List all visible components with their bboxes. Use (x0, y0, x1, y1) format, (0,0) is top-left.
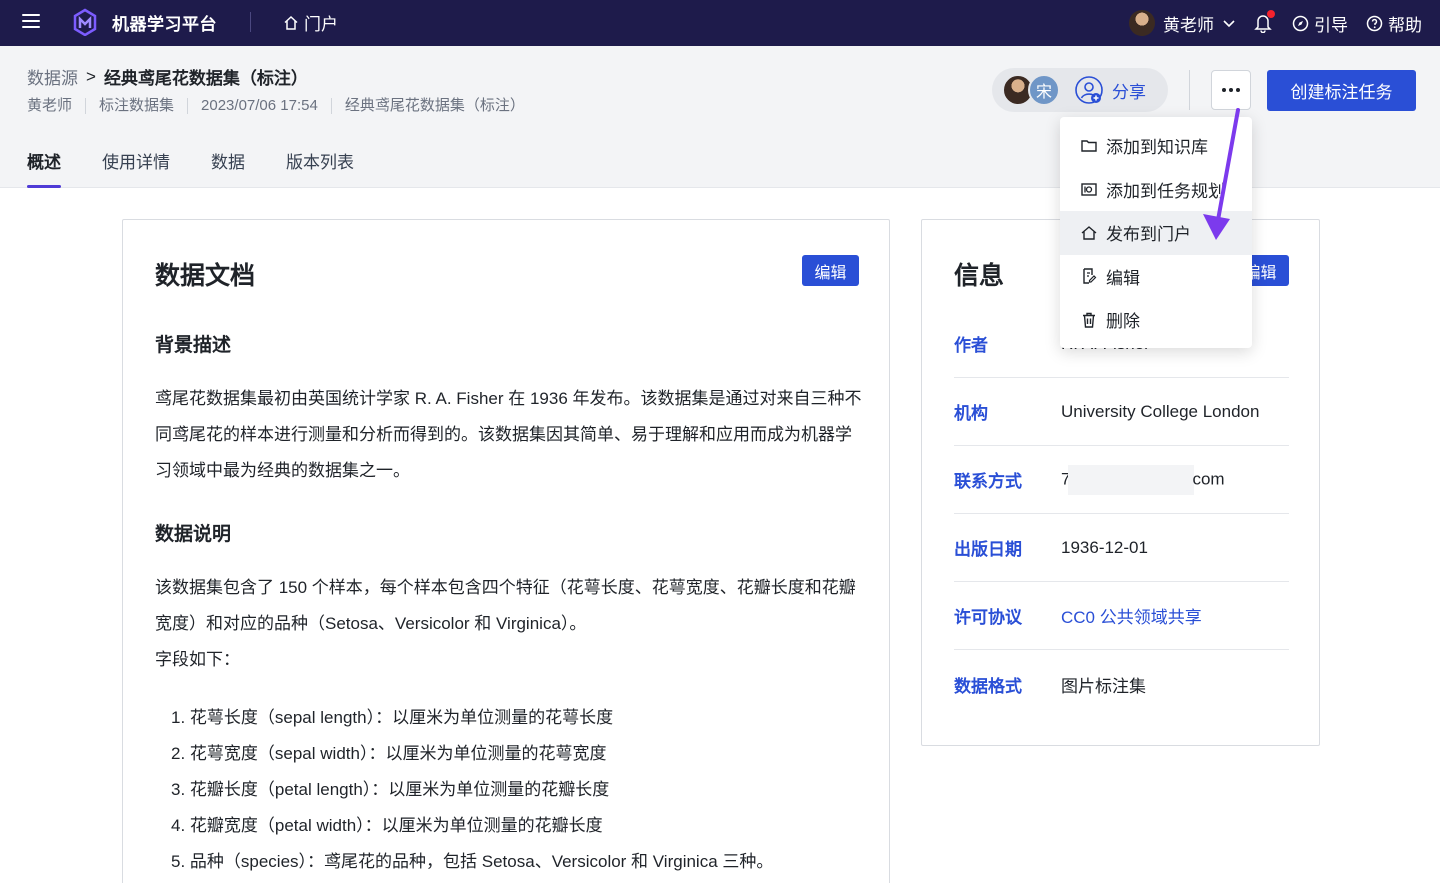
info-row-contact: 联系方式 7 com (954, 446, 1289, 514)
folder-icon (1081, 140, 1097, 152)
menu-item-label: 删除 (1106, 312, 1140, 332)
notification-badge (1267, 10, 1275, 18)
guide-label: 引导 (1314, 15, 1348, 35)
fields-intro: 字段如下： (155, 650, 240, 669)
menu-item-add-to-task-plan[interactable]: 添加到任务规划 (1060, 168, 1252, 212)
list-item: 4. 花瓣宽度（petal width）：以厘米为单位测量的花瓣长度 (171, 816, 603, 835)
collaborator-avatar-initial[interactable]: 宋 (1028, 74, 1060, 106)
list-item: 2. 花萼宽度（sepal width）：以厘米为单位测量的花萼宽度 (171, 744, 607, 763)
header-divider (1189, 70, 1190, 110)
menu-item-add-to-knowledge-base[interactable]: 添加到知识库 (1060, 124, 1252, 168)
guide-link[interactable]: 引导 (1292, 11, 1348, 36)
list-item: 5. 品种（species）：鸢尾花的品种，包括 Setosa、Versicol… (171, 852, 774, 871)
tab-data[interactable]: 数据 (211, 148, 245, 188)
info-row-publish-date: 出版日期 1936-12-01 (954, 514, 1289, 582)
data-doc-card: 数据文档 编辑 背景描述 鸢尾花数据集最初由英国统计学家 R. A. Fishe… (122, 219, 890, 883)
tab-bar: 概述 使用详情 数据 版本列表 (27, 148, 354, 188)
share-button[interactable]: 分享 (1074, 75, 1146, 105)
edit-icon (1083, 268, 1097, 284)
info-label: 出版日期 (954, 540, 1022, 559)
more-actions-dropdown: 添加到知识库 添加到任务规划 发布到门户 编辑 删除 (1060, 117, 1252, 348)
doc-edit-button[interactable]: 编辑 (802, 255, 859, 286)
section-description-text: 该数据集包含了 150 个样本，每个样本包含四个特征（花萼长度、花萼宽度、花瓣长… (155, 578, 856, 633)
add-user-icon (1075, 76, 1103, 104)
share-label: 分享 (1112, 82, 1146, 102)
trash-icon (1083, 312, 1095, 328)
fields-list: 1. 花萼长度（sepal length）：以厘米为单位测量的花萼长度 2. 花… (155, 700, 865, 880)
nav-divider (250, 12, 251, 32)
breadcrumb-current: 经典鸢尾花数据集（标注） (103, 69, 308, 88)
doc-body: 背景描述 鸢尾花数据集最初由英国统计学家 R. A. Fisher 在 1936… (155, 330, 865, 880)
section-background-title: 背景描述 (155, 335, 232, 356)
user-avatar (1129, 10, 1155, 36)
portal-label: 门户 (304, 15, 338, 34)
list-item: 3. 花瓣长度（petal length）：以厘米为单位测量的花瓣长度 (171, 780, 610, 799)
notification-button[interactable] (1254, 10, 1275, 34)
info-label: 联系方式 (954, 472, 1022, 491)
task-plan-icon (1081, 183, 1097, 196)
top-nav-bar: 机器学习平台 门户 黄老师 引导 帮助 (0, 0, 1440, 46)
help-icon (1366, 15, 1383, 31)
breadcrumb-root[interactable]: 数据源 (27, 64, 78, 89)
redacted-block (1068, 464, 1195, 495)
user-name: 黄老师 (1163, 15, 1214, 35)
info-label: 数据格式 (954, 676, 1022, 696)
list-item: 1. 花萼长度（sepal length）：以厘米为单位测量的花萼长度 (171, 708, 614, 727)
help-label: 帮助 (1388, 15, 1422, 35)
nav-right-group: 黄老师 引导 帮助 (1129, 0, 1422, 46)
info-label: 作者 (954, 336, 988, 355)
info-label: 许可协议 (954, 608, 1022, 627)
more-actions-button[interactable] (1211, 70, 1251, 110)
info-value: 图片标注集 (1061, 676, 1146, 696)
tab-versions[interactable]: 版本列表 (286, 148, 354, 188)
tab-usage[interactable]: 使用详情 (102, 148, 170, 188)
portal-link[interactable]: 门户 (283, 10, 338, 35)
menu-item-delete[interactable]: 删除 (1060, 298, 1252, 342)
section-description-title: 数据说明 (155, 524, 232, 545)
info-card-title: 信息 (954, 262, 1005, 290)
create-annotation-task-button[interactable]: 创建标注任务 (1267, 70, 1416, 111)
home-icon (1081, 225, 1097, 240)
info-value: University College London (1061, 401, 1260, 421)
menu-item-label: 添加到任务规划 (1106, 181, 1225, 201)
info-rows: 作者 R. A. Fisher 机构 University College Lo… (954, 310, 1289, 718)
meta-datetime: 2023/07/06 17:54 (187, 98, 331, 114)
meta-author: 黄老师 (27, 97, 73, 114)
license-link[interactable]: CC0 公共领域共享 (1061, 603, 1202, 628)
menu-item-label: 添加到知识库 (1106, 138, 1208, 158)
breadcrumb-separator: > (86, 66, 96, 86)
doc-card-title: 数据文档 (155, 262, 256, 290)
menu-item-label: 发布到门户 (1106, 225, 1191, 245)
meta-name: 经典鸢尾花数据集（标注） (330, 98, 538, 114)
section-background-text: 鸢尾花数据集最初由英国统计学家 R. A. Fisher 在 1936 年发布。… (155, 389, 862, 480)
meta-type: 标注数据集 (85, 98, 187, 114)
menu-item-edit[interactable]: 编辑 (1060, 255, 1252, 299)
info-value: 7 com (1061, 464, 1225, 495)
menu-item-label: 编辑 (1106, 268, 1140, 288)
home-icon (284, 15, 298, 30)
dataset-meta: 黄老师 标注数据集 2023/07/06 17:54 经典鸢尾花数据集（标注） (27, 98, 538, 114)
collaborators-share-pill: 宋 分享 (992, 68, 1168, 112)
help-link[interactable]: 帮助 (1366, 11, 1422, 36)
contact-suffix: com (1192, 468, 1225, 488)
chevron-down-icon (1223, 20, 1235, 28)
info-value: 1936-12-01 (1061, 537, 1148, 557)
compass-icon (1292, 15, 1309, 31)
menu-icon[interactable] (22, 12, 40, 30)
app-title[interactable]: 机器学习平台 (112, 10, 217, 35)
tab-overview[interactable]: 概述 (27, 148, 61, 188)
menu-item-publish-to-portal[interactable]: 发布到门户 (1060, 211, 1252, 255)
breadcrumb: 数据源 > 经典鸢尾花数据集（标注） (27, 64, 308, 89)
user-menu[interactable]: 黄老师 (1129, 10, 1236, 36)
info-label: 机构 (954, 404, 988, 423)
app-logo-icon[interactable] (72, 8, 98, 36)
info-row-license: 许可协议 CC0 公共领域共享 (954, 582, 1289, 650)
info-row-format: 数据格式 图片标注集 (954, 650, 1289, 718)
info-row-organization: 机构 University College London (954, 378, 1289, 446)
